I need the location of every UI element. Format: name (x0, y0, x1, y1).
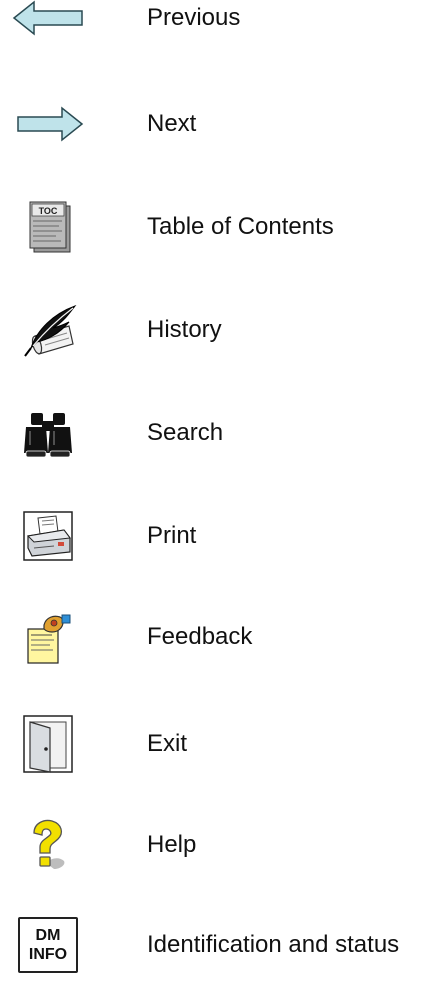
dm-info-badge-line1: DM (35, 927, 61, 944)
printer-icon[interactable] (6, 496, 90, 576)
previous-arrow-icon[interactable] (6, 0, 90, 58)
legend-row-identification-and-status[interactable]: DM INFO Identification and status (0, 905, 446, 985)
legend-row-help[interactable]: Help (0, 805, 446, 885)
exit-door-icon[interactable] (6, 704, 90, 784)
legend-label-feedback: Feedback (147, 623, 253, 650)
legend-label-exit: Exit (147, 730, 188, 757)
icon-legend: Previous Next TOC Table of Contents Hist… (0, 0, 446, 973)
legend-row-search[interactable]: Search (0, 393, 446, 473)
legend-label-help: Help (147, 831, 197, 858)
table-of-contents-icon[interactable]: TOC (6, 187, 90, 267)
legend-row-feedback[interactable]: Feedback (0, 597, 446, 677)
legend-label-print: Print (147, 522, 197, 549)
legend-label-identification-and-status: Identification and status (147, 931, 400, 958)
legend-label-table-of-contents: Table of Contents (147, 213, 334, 240)
history-quill-icon[interactable] (6, 290, 90, 370)
legend-label-next: Next (147, 110, 197, 137)
feedback-icon[interactable] (6, 597, 90, 677)
legend-row-next[interactable]: Next (0, 84, 446, 164)
help-question-icon[interactable] (6, 805, 90, 885)
toc-badge-text: TOC (39, 206, 58, 216)
legend-label-history: History (147, 316, 222, 343)
legend-row-exit[interactable]: Exit (0, 704, 446, 784)
legend-label-search: Search (147, 419, 224, 446)
binoculars-icon[interactable] (6, 393, 90, 473)
legend-row-print[interactable]: Print (0, 496, 446, 576)
legend-row-table-of-contents[interactable]: TOC Table of Contents (0, 187, 446, 267)
dm-info-badge-line2: INFO (28, 946, 68, 963)
dm-info-icon[interactable]: DM INFO (6, 905, 90, 985)
legend-label-previous: Previous (147, 4, 241, 31)
legend-row-previous[interactable]: Previous (0, 0, 446, 58)
next-arrow-icon[interactable] (6, 84, 90, 164)
legend-row-history[interactable]: History (0, 290, 446, 370)
